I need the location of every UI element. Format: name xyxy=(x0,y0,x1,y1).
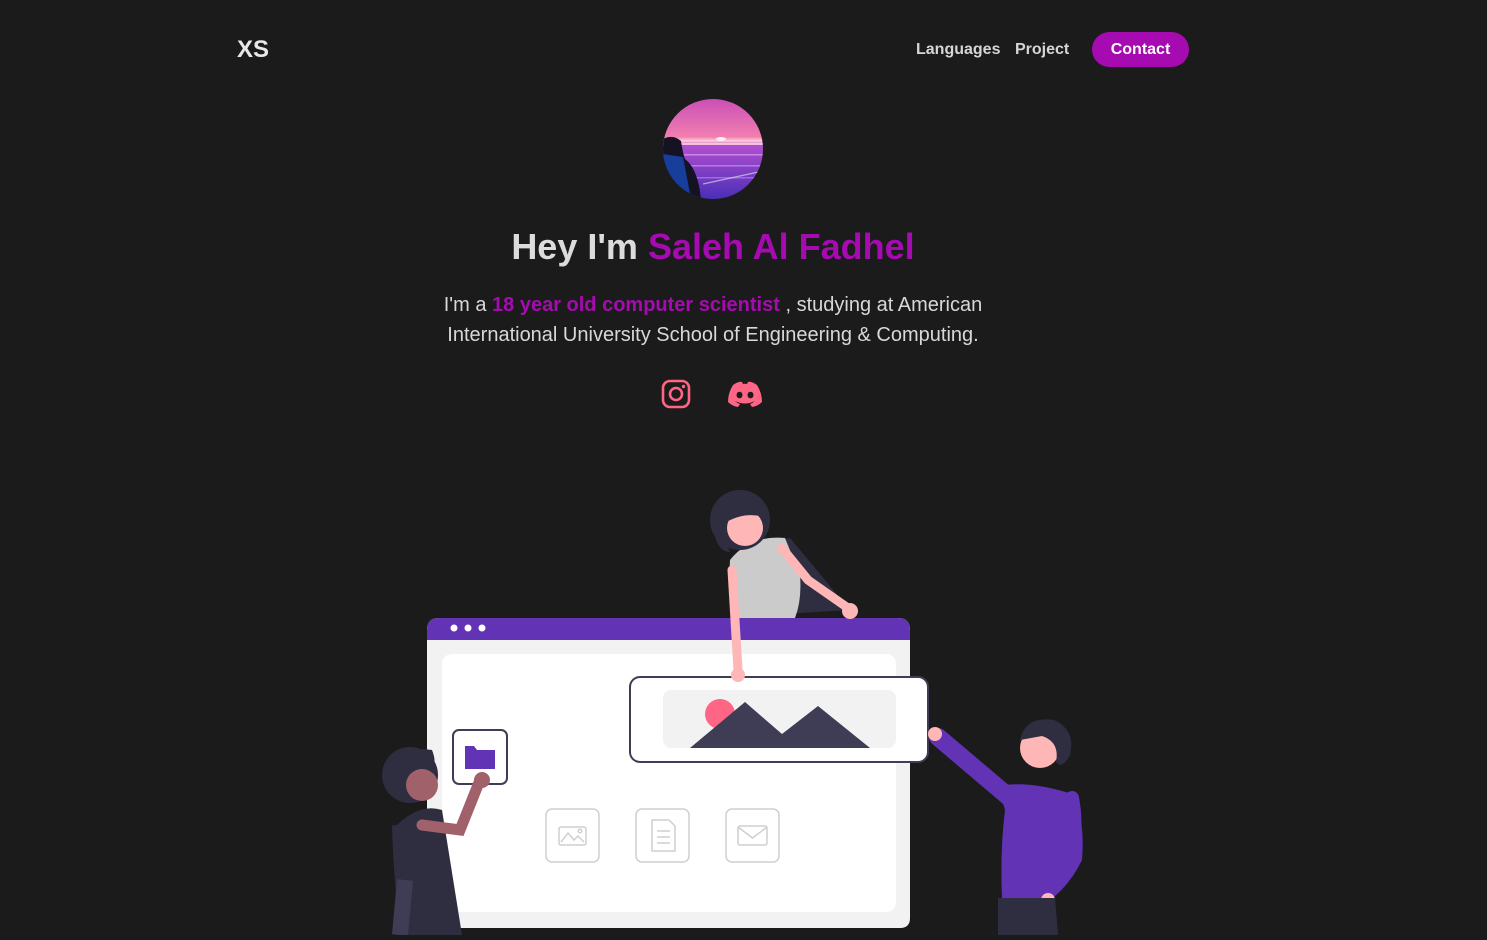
discord-link[interactable] xyxy=(725,378,765,412)
intro-paragraph: I'm a 18 year old computer scientist , s… xyxy=(440,290,986,350)
man-right-figure xyxy=(928,719,1083,935)
contact-button[interactable]: Contact xyxy=(1092,32,1189,67)
discord-icon xyxy=(728,381,762,407)
hero-illustration xyxy=(370,480,1100,936)
nav-link-project[interactable]: Project xyxy=(1015,41,1069,59)
image-card-graphic xyxy=(629,676,929,763)
instagram-link[interactable] xyxy=(658,378,698,412)
navbar: XS Languages Project Contact xyxy=(0,0,1487,100)
instagram-icon xyxy=(661,379,691,409)
intro-prefix: I'm a xyxy=(443,294,487,316)
site-logo[interactable]: XS xyxy=(237,36,269,64)
avatar xyxy=(663,99,763,199)
hero-name: Saleh Al Fadhel xyxy=(647,226,915,267)
nav-link-languages[interactable]: Languages xyxy=(916,41,1000,59)
intro-highlight: 18 year old computer scientist xyxy=(492,294,780,316)
hero-greeting: Hey I'm xyxy=(511,226,638,267)
hero-title: Hey I'm Saleh Al Fadhel xyxy=(0,226,1426,268)
